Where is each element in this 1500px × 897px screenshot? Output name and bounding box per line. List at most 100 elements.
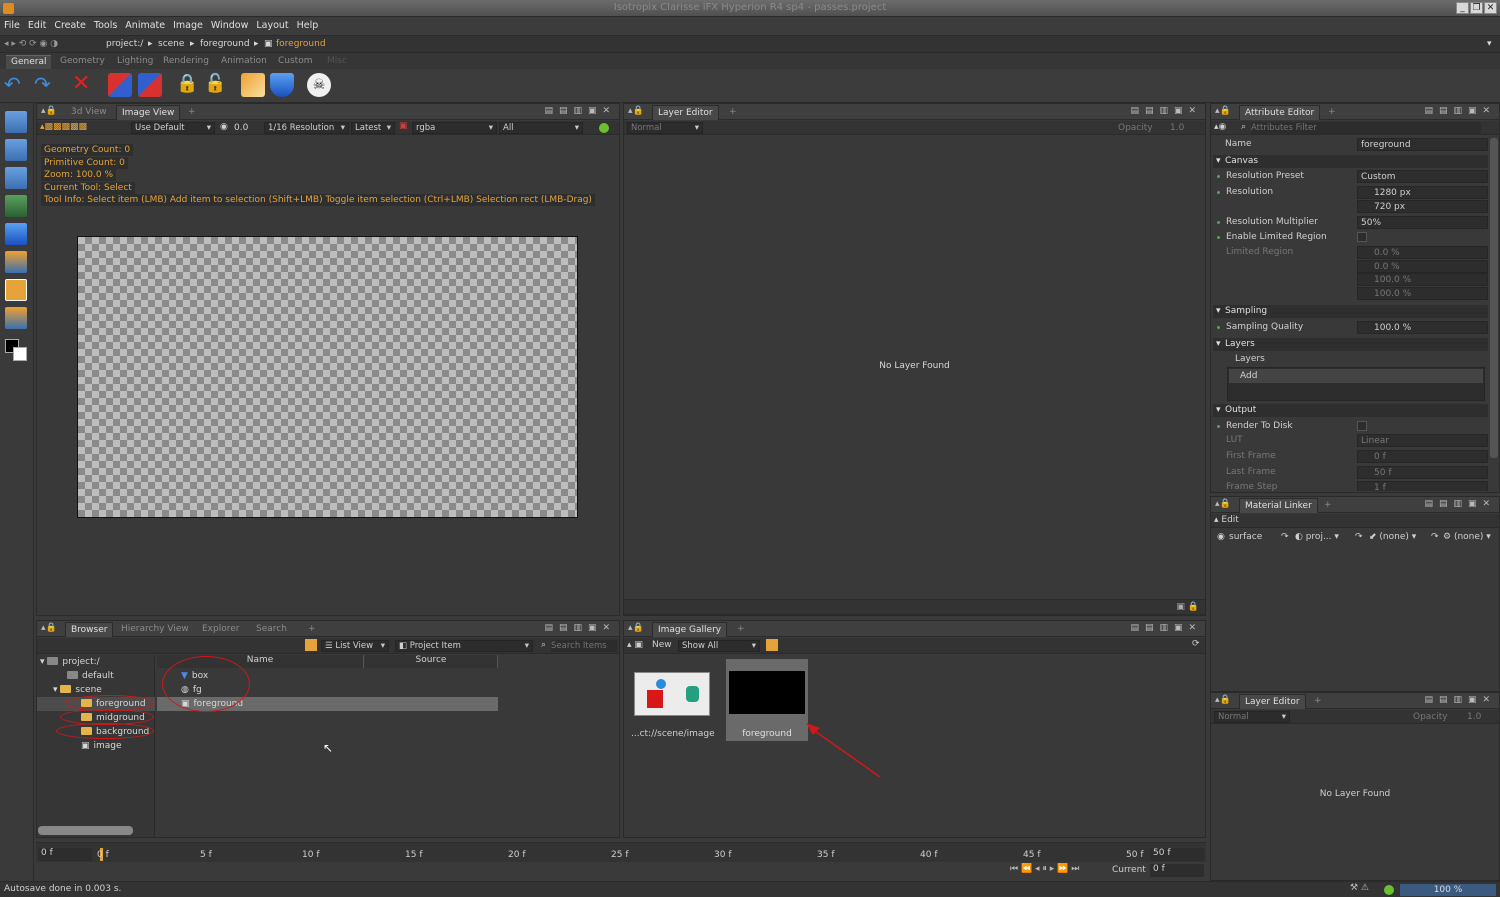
lock-icon[interactable]: 🔒 [176,73,200,97]
transform-tool-icon[interactable] [5,111,27,133]
skull-icon[interactable]: ☠ [307,73,331,97]
undo-icon[interactable]: ↶ [4,73,28,97]
menu-window[interactable]: Window [207,17,252,31]
status-light-icon[interactable] [599,123,609,133]
duplicate-icon[interactable] [108,73,132,97]
limited-region-field-3[interactable]: 100.0 % [1357,287,1488,300]
redo-icon[interactable]: ↷ [34,73,58,97]
tab-geometry[interactable]: Geometry [55,55,110,69]
tab-explorer[interactable]: Explorer [197,622,244,637]
panel-layout-icon[interactable]: ▤▤▥▣✕ [544,106,616,116]
menu-tools[interactable]: Tools [90,17,121,31]
new-button[interactable]: New [652,640,672,650]
frame-step-field[interactable]: 1 f [1357,481,1488,491]
tab-image-view[interactable]: Image View [116,105,181,120]
nav-back-icon[interactable]: ◂ ▸ ⟲ ⟳ ◉ ◑ [4,39,58,49]
current-frame-field[interactable]: 0 f [1150,864,1204,877]
link-icon-2[interactable]: ↷ [1355,532,1363,542]
canvas-section[interactable]: Canvas [1213,155,1488,168]
tree-scrollbar[interactable] [38,826,133,835]
sampling-quality-field[interactable]: 100.0 % [1357,321,1488,334]
tab-animation[interactable]: Animation [216,55,272,69]
output-section[interactable]: Output [1213,404,1488,417]
tab-browser[interactable]: Browser [65,622,114,637]
attributes-filter-input[interactable] [1251,122,1481,134]
resolution-height-field[interactable]: 720 px [1357,200,1488,213]
tab-rendering[interactable]: Rendering [158,55,214,69]
footer-icon[interactable]: ▣ 🔒 [1176,602,1199,612]
minimize-button[interactable]: _ [1456,2,1469,14]
name-field[interactable]: foreground [1357,138,1488,151]
blend-mode-select[interactable]: Normal [627,122,703,134]
maximize-button[interactable]: ❐ [1470,2,1483,14]
column-header-source[interactable]: Source [365,655,498,668]
menu-file[interactable]: File [0,17,24,31]
breadcrumb-current[interactable]: foreground [276,39,326,49]
tab-lighting[interactable]: Lighting [112,55,158,69]
tab-attribute-editor[interactable]: Attribute Editor [1239,105,1321,120]
lock-icon[interactable]: ▴🔒 [1215,106,1231,116]
breadcrumb-foreground[interactable]: foreground [200,39,250,49]
menu-image[interactable]: Image [169,17,207,31]
playback-controls[interactable]: ⏮ ⏪ ◂ ⏸ ▸ ⏩ ⏭ [1010,864,1079,874]
menu-layout[interactable]: Layout [252,17,292,31]
limited-region-field-2[interactable]: 100.0 % [1357,273,1488,286]
lut-select[interactable]: Linear [1357,434,1488,447]
resolution-select[interactable]: 1/16 Resolution [264,122,349,134]
cross-tool-icon[interactable] [5,251,27,273]
latest-select[interactable]: Latest [351,122,395,134]
gallery-menu-icon[interactable]: ▴ ▣ [627,640,643,650]
breadcrumb-scene[interactable]: scene [158,39,184,49]
timeline-start-field[interactable]: 0 f [38,848,92,861]
project-select[interactable]: ◐ proj... ▾ [1295,532,1339,542]
gallery-thumb-scene[interactable] [634,672,710,716]
breadcrumb-dropdown-icon[interactable]: ▾ [1487,39,1492,49]
tab-3d-view[interactable]: 3d View [66,105,112,120]
gallery-thumb-foreground[interactable]: foreground [726,659,808,741]
browser-mode-icon[interactable] [305,639,317,651]
resolution-multiplier-select[interactable]: 50% [1357,216,1488,229]
refresh-icon[interactable]: ⟳ [1192,639,1200,649]
gallery-mode-icon[interactable] [766,639,778,651]
enable-limited-region-checkbox[interactable] [1357,232,1367,242]
add-tab-icon[interactable]: + [724,105,742,120]
material-select-1[interactable]: ⬋ (none) ▾ [1369,532,1416,542]
add-tab-icon[interactable]: + [303,622,321,637]
limited-region-field-0[interactable]: 0.0 % [1357,246,1488,259]
tab-material-linker[interactable]: Material Linker [1239,498,1318,513]
add-tab-icon[interactable]: + [183,105,201,120]
tab-misc[interactable]: Misc [322,55,352,69]
limited-region-field-1[interactable]: 0.0 % [1357,260,1488,273]
tab-general[interactable]: General [6,55,52,69]
add-tab-icon[interactable]: + [1309,694,1327,709]
image-canvas[interactable] [77,236,578,518]
brush-tool-icon[interactable] [5,307,27,329]
add-tab-icon[interactable]: + [1319,498,1337,513]
sampling-section[interactable]: Sampling [1213,305,1488,318]
camera-tool-icon[interactable] [5,139,27,161]
panel-layout-icon[interactable]: ▤▤▥▣✕ [1130,623,1202,633]
list-view-select[interactable]: ☰ List View [321,640,389,652]
last-frame-field[interactable]: 50 f [1357,466,1488,479]
channel-select[interactable]: rgba [412,122,497,134]
timeline-end-field[interactable]: 50 f [1150,848,1204,861]
lock-icon[interactable]: ▴🔒 [628,106,644,116]
lock-icon[interactable]: ▴🔒 [41,106,57,116]
search-items-input[interactable] [551,640,617,652]
edit-menu[interactable]: ▴ Edit [1214,515,1239,525]
breadcrumb-project[interactable]: project:/ [106,39,143,49]
link-icon-3[interactable]: ↷ [1431,532,1439,542]
delete-icon[interactable]: ✕ [72,73,96,97]
render-box-icon[interactable] [241,73,265,97]
panel-layout-icon[interactable]: ▤▤▥▣✕ [1130,106,1202,116]
lock-icon[interactable]: ▴🔒 [628,623,644,633]
unlock-icon[interactable]: 🔓 [204,73,228,97]
tree-image[interactable]: ▣ image [81,739,122,753]
blend-mode-select-2[interactable]: Normal [1214,711,1290,723]
instance-icon[interactable] [138,73,162,97]
display-mode-select[interactable]: Use Default [131,122,215,134]
eyedropper-icon[interactable] [5,167,27,189]
opacity-field-2[interactable]: 1.0 [1467,712,1481,722]
color-swatch-bg-icon[interactable] [13,347,27,361]
shield-icon[interactable] [270,73,294,97]
